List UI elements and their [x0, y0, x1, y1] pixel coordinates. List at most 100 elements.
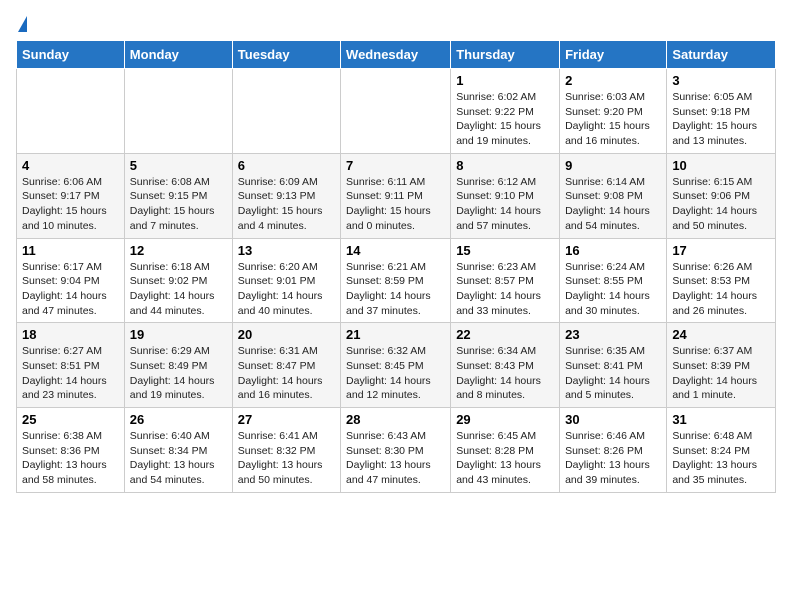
day-info: Sunrise: 6:09 AMSunset: 9:13 PMDaylight:… — [238, 175, 335, 234]
weekday-header-wednesday: Wednesday — [341, 41, 451, 69]
day-number: 14 — [346, 243, 445, 258]
calendar-cell: 4 Sunrise: 6:06 AMSunset: 9:17 PMDaylight… — [17, 153, 125, 238]
calendar-cell: 29 Sunrise: 6:45 AMSunset: 8:28 PMDayligh… — [451, 408, 560, 493]
day-info: Sunrise: 6:15 AMSunset: 9:06 PMDaylight:… — [672, 175, 770, 234]
calendar-cell: 19 Sunrise: 6:29 AMSunset: 8:49 PMDayligh… — [124, 323, 232, 408]
day-info: Sunrise: 6:03 AMSunset: 9:20 PMDaylight:… — [565, 90, 661, 149]
weekday-header-monday: Monday — [124, 41, 232, 69]
calendar-week-2: 4 Sunrise: 6:06 AMSunset: 9:17 PMDaylight… — [17, 153, 776, 238]
day-info: Sunrise: 6:05 AMSunset: 9:18 PMDaylight:… — [672, 90, 770, 149]
day-number: 16 — [565, 243, 661, 258]
calendar-cell — [341, 69, 451, 154]
calendar-cell: 22 Sunrise: 6:34 AMSunset: 8:43 PMDayligh… — [451, 323, 560, 408]
calendar-cell: 1 Sunrise: 6:02 AMSunset: 9:22 PMDaylight… — [451, 69, 560, 154]
day-number: 21 — [346, 327, 445, 342]
day-number: 2 — [565, 73, 661, 88]
calendar-week-3: 11 Sunrise: 6:17 AMSunset: 9:04 PMDayligh… — [17, 238, 776, 323]
day-number: 3 — [672, 73, 770, 88]
calendar-cell: 26 Sunrise: 6:40 AMSunset: 8:34 PMDayligh… — [124, 408, 232, 493]
day-number: 12 — [130, 243, 227, 258]
day-info: Sunrise: 6:29 AMSunset: 8:49 PMDaylight:… — [130, 344, 227, 403]
calendar-cell: 30Sunrise: 6:46 AMSunset: 8:26 PMDayligh… — [560, 408, 667, 493]
header — [16, 16, 776, 32]
day-number: 20 — [238, 327, 335, 342]
day-info: Sunrise: 6:11 AMSunset: 9:11 PMDaylight:… — [346, 175, 445, 234]
weekday-header-friday: Friday — [560, 41, 667, 69]
day-info: Sunrise: 6:37 AMSunset: 8:39 PMDaylight:… — [672, 344, 770, 403]
calendar-cell: 28 Sunrise: 6:43 AMSunset: 8:30 PMDayligh… — [341, 408, 451, 493]
calendar-cell: 21 Sunrise: 6:32 AMSunset: 8:45 PMDayligh… — [341, 323, 451, 408]
calendar-cell: 12 Sunrise: 6:18 AMSunset: 9:02 PMDayligh… — [124, 238, 232, 323]
calendar-cell: 10 Sunrise: 6:15 AMSunset: 9:06 PMDayligh… — [667, 153, 776, 238]
calendar-week-5: 25 Sunrise: 6:38 AMSunset: 8:36 PMDayligh… — [17, 408, 776, 493]
day-number: 29 — [456, 412, 554, 427]
day-number: 25 — [22, 412, 119, 427]
calendar-cell: 7 Sunrise: 6:11 AMSunset: 9:11 PMDaylight… — [341, 153, 451, 238]
calendar-cell: 16 Sunrise: 6:24 AMSunset: 8:55 PMDayligh… — [560, 238, 667, 323]
calendar-cell: 3 Sunrise: 6:05 AMSunset: 9:18 PMDaylight… — [667, 69, 776, 154]
day-number: 1 — [456, 73, 554, 88]
day-info: Sunrise: 6:48 AMSunset: 8:24 PMDaylight:… — [672, 429, 770, 488]
calendar-cell: 20Sunrise: 6:31 AMSunset: 8:47 PMDayligh… — [232, 323, 340, 408]
day-info: Sunrise: 6:14 AMSunset: 9:08 PMDaylight:… — [565, 175, 661, 234]
day-info: Sunrise: 6:41 AMSunset: 8:32 PMDaylight:… — [238, 429, 335, 488]
day-info: Sunrise: 6:08 AMSunset: 9:15 PMDaylight:… — [130, 175, 227, 234]
day-info: Sunrise: 6:21 AMSunset: 8:59 PMDaylight:… — [346, 260, 445, 319]
day-info: Sunrise: 6:32 AMSunset: 8:45 PMDaylight:… — [346, 344, 445, 403]
day-number: 23 — [565, 327, 661, 342]
day-number: 6 — [238, 158, 335, 173]
calendar-cell: 23Sunrise: 6:35 AMSunset: 8:41 PMDayligh… — [560, 323, 667, 408]
day-info: Sunrise: 6:20 AMSunset: 9:01 PMDaylight:… — [238, 260, 335, 319]
day-info: Sunrise: 6:02 AMSunset: 9:22 PMDaylight:… — [456, 90, 554, 149]
weekday-header-saturday: Saturday — [667, 41, 776, 69]
day-number: 8 — [456, 158, 554, 173]
day-number: 30 — [565, 412, 661, 427]
day-number: 7 — [346, 158, 445, 173]
calendar-cell: 8 Sunrise: 6:12 AMSunset: 9:10 PMDaylight… — [451, 153, 560, 238]
day-number: 28 — [346, 412, 445, 427]
calendar-cell: 31 Sunrise: 6:48 AMSunset: 8:24 PMDayligh… — [667, 408, 776, 493]
day-number: 10 — [672, 158, 770, 173]
calendar-cell: 11 Sunrise: 6:17 AMSunset: 9:04 PMDayligh… — [17, 238, 125, 323]
day-number: 18 — [22, 327, 119, 342]
calendar-cell: 17Sunrise: 6:26 AMSunset: 8:53 PMDayligh… — [667, 238, 776, 323]
day-info: Sunrise: 6:18 AMSunset: 9:02 PMDaylight:… — [130, 260, 227, 319]
day-number: 26 — [130, 412, 227, 427]
day-info: Sunrise: 6:45 AMSunset: 8:28 PMDaylight:… — [456, 429, 554, 488]
day-number: 5 — [130, 158, 227, 173]
weekday-header-thursday: Thursday — [451, 41, 560, 69]
day-info: Sunrise: 6:26 AMSunset: 8:53 PMDaylight:… — [672, 260, 770, 319]
day-number: 22 — [456, 327, 554, 342]
day-number: 11 — [22, 243, 119, 258]
day-info: Sunrise: 6:12 AMSunset: 9:10 PMDaylight:… — [456, 175, 554, 234]
logo — [16, 16, 27, 32]
calendar-cell: 24Sunrise: 6:37 AMSunset: 8:39 PMDayligh… — [667, 323, 776, 408]
day-number: 13 — [238, 243, 335, 258]
day-info: Sunrise: 6:40 AMSunset: 8:34 PMDaylight:… — [130, 429, 227, 488]
day-info: Sunrise: 6:24 AMSunset: 8:55 PMDaylight:… — [565, 260, 661, 319]
calendar-cell: 15Sunrise: 6:23 AMSunset: 8:57 PMDayligh… — [451, 238, 560, 323]
day-info: Sunrise: 6:34 AMSunset: 8:43 PMDaylight:… — [456, 344, 554, 403]
calendar-cell: 13 Sunrise: 6:20 AMSunset: 9:01 PMDayligh… — [232, 238, 340, 323]
calendar-cell — [232, 69, 340, 154]
calendar-cell: 25 Sunrise: 6:38 AMSunset: 8:36 PMDayligh… — [17, 408, 125, 493]
weekday-header-sunday: Sunday — [17, 41, 125, 69]
calendar-cell — [124, 69, 232, 154]
weekday-row: SundayMondayTuesdayWednesdayThursdayFrid… — [17, 41, 776, 69]
day-number: 31 — [672, 412, 770, 427]
day-info: Sunrise: 6:38 AMSunset: 8:36 PMDaylight:… — [22, 429, 119, 488]
day-info: Sunrise: 6:27 AMSunset: 8:51 PMDaylight:… — [22, 344, 119, 403]
day-info: Sunrise: 6:06 AMSunset: 9:17 PMDaylight:… — [22, 175, 119, 234]
calendar-week-1: 1 Sunrise: 6:02 AMSunset: 9:22 PMDaylight… — [17, 69, 776, 154]
calendar-cell: 6 Sunrise: 6:09 AMSunset: 9:13 PMDaylight… — [232, 153, 340, 238]
calendar-cell: 18 Sunrise: 6:27 AMSunset: 8:51 PMDayligh… — [17, 323, 125, 408]
calendar-cell: 9Sunrise: 6:14 AMSunset: 9:08 PMDaylight… — [560, 153, 667, 238]
calendar-table: SundayMondayTuesdayWednesdayThursdayFrid… — [16, 40, 776, 493]
day-number: 4 — [22, 158, 119, 173]
day-info: Sunrise: 6:17 AMSunset: 9:04 PMDaylight:… — [22, 260, 119, 319]
day-info: Sunrise: 6:43 AMSunset: 8:30 PMDaylight:… — [346, 429, 445, 488]
calendar-week-4: 18 Sunrise: 6:27 AMSunset: 8:51 PMDayligh… — [17, 323, 776, 408]
calendar-cell: 14 Sunrise: 6:21 AMSunset: 8:59 PMDayligh… — [341, 238, 451, 323]
day-number: 19 — [130, 327, 227, 342]
weekday-header-tuesday: Tuesday — [232, 41, 340, 69]
